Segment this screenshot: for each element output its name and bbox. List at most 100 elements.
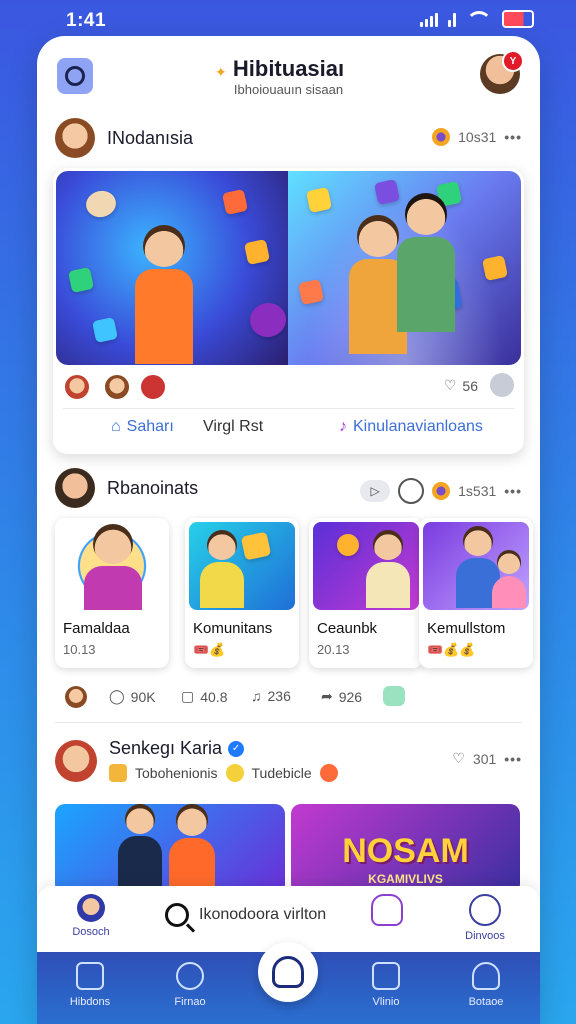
views-stat[interactable]: ◯ 90K bbox=[109, 688, 156, 705]
music-stat[interactable]: ♫ 236 bbox=[251, 688, 291, 704]
community-count: 🎟️💰💰 bbox=[427, 642, 476, 657]
section-divider bbox=[55, 722, 522, 723]
tab-video[interactable]: Vlinio bbox=[351, 962, 421, 1008]
section-title[interactable]: Rbanoinats bbox=[107, 478, 198, 499]
concert-scene-image bbox=[56, 171, 290, 365]
like-icon: ♡ bbox=[443, 377, 457, 393]
share-icon: ⌂ bbox=[111, 418, 121, 435]
community-name: Famaldaa bbox=[63, 620, 130, 637]
post-author[interactable]: INodanısia bbox=[107, 128, 193, 149]
author-avatar[interactable] bbox=[55, 118, 95, 158]
tab-profile[interactable]: Botaoe bbox=[451, 962, 521, 1008]
create-button[interactable] bbox=[258, 942, 318, 1002]
featured-image[interactable] bbox=[56, 171, 521, 365]
status-icons bbox=[420, 10, 534, 28]
post-tags: Tobohenionis Tudebicle bbox=[109, 764, 338, 782]
link-icon: ♪ bbox=[339, 418, 347, 435]
more-options-icon[interactable]: ••• bbox=[504, 751, 522, 767]
wifi-icon bbox=[466, 10, 492, 28]
post-engagement: ♡ 56 bbox=[63, 373, 514, 403]
community-card[interactable]: Famaldaa 10.13 bbox=[55, 518, 169, 668]
shares-value: 926 bbox=[338, 688, 363, 705]
game-banner-image[interactable]: NOSAM KGAMIVLIVS bbox=[291, 804, 520, 894]
community-name: Kemullstom bbox=[427, 620, 506, 637]
messages-stat[interactable]: ▢ 40.8 bbox=[181, 688, 227, 705]
featured-media-card[interactable]: ♡ 56 ⌂ Saharı Virgl Rst ♪ Kinulanavianlo… bbox=[53, 168, 524, 454]
discover-shortcut-label: Dinvoos bbox=[465, 930, 505, 942]
section-header: Rbanoinats ▷ 1s531 ••• bbox=[55, 468, 522, 508]
community-loans-label: Kinulanavianloans bbox=[353, 418, 483, 435]
community-count: 10.13 bbox=[63, 642, 96, 657]
tag-label[interactable]: Tudebicle bbox=[252, 765, 312, 781]
shares-stat[interactable]: ➦ 926 bbox=[321, 688, 362, 705]
tab-home[interactable]: Hibdons bbox=[55, 962, 125, 1008]
profile-avatar[interactable]: Y bbox=[480, 50, 524, 94]
app-header: ✦ Hibituasiaı Ibhoiouauın sisaan Y bbox=[37, 36, 540, 110]
post-meta: 10s31 ••• bbox=[432, 128, 522, 146]
section-meta-count: 1s531 bbox=[458, 483, 497, 499]
community-name: Komunitans bbox=[193, 620, 273, 637]
reactor-avatar[interactable] bbox=[139, 373, 167, 401]
discover-shortcut[interactable]: Dinvoos bbox=[455, 894, 515, 942]
video-icon bbox=[372, 962, 400, 990]
more-options-icon[interactable]: ••• bbox=[504, 129, 522, 145]
search-icon bbox=[176, 962, 204, 990]
section-stats: ◯ 90K ▢ 40.8 ♫ 236 ➦ 926 bbox=[65, 686, 525, 710]
community-carousel[interactable]: Famaldaa 10.13 Komunitans 🎟️💰 Ceaunbk 20… bbox=[55, 518, 540, 672]
community-card[interactable]: Ceaunbk 20.13 bbox=[309, 518, 423, 668]
author-avatar[interactable] bbox=[55, 740, 97, 782]
tab-search-label: Firnao bbox=[174, 996, 206, 1008]
reactor-avatar[interactable] bbox=[103, 373, 131, 401]
search-icon bbox=[165, 903, 189, 927]
comment-bubble-icon[interactable] bbox=[490, 373, 514, 397]
post-author-wrap[interactable]: Senkegı Karia ✓ bbox=[109, 738, 245, 759]
battery-icon bbox=[502, 10, 534, 28]
bottom-tab-bar: Hibdons Firnao Vlinio Botaoe bbox=[37, 942, 540, 1024]
share-arrow-icon: ➦ bbox=[321, 688, 333, 704]
status-bar: 1:41 bbox=[0, 0, 576, 40]
banner-subtitle: KGAMIVLIVS bbox=[368, 872, 443, 886]
refresh-icon[interactable] bbox=[398, 478, 425, 504]
post-meta: ♡ 301 ••• bbox=[452, 750, 522, 767]
tab-video-label: Vlinio bbox=[372, 996, 400, 1008]
community-loans-button[interactable]: ♪ Kinulanavianloans bbox=[339, 418, 483, 436]
virtual-rest-button[interactable]: Virgl Rst bbox=[203, 418, 263, 436]
post-meta-count: 10s31 bbox=[458, 129, 497, 145]
community-thumbnail bbox=[423, 522, 529, 610]
music-value: 236 bbox=[267, 688, 291, 704]
comment-icon: ◯ bbox=[109, 688, 125, 704]
music-icon: ♫ bbox=[251, 688, 262, 704]
tab-search[interactable]: Firnao bbox=[155, 962, 225, 1008]
celebration-scene-image bbox=[288, 171, 521, 365]
community-thumbnail bbox=[313, 522, 419, 610]
assistant-icon bbox=[371, 894, 403, 926]
community-name: Ceaunbk bbox=[317, 620, 378, 637]
concert-image[interactable] bbox=[55, 804, 285, 894]
profile-icon bbox=[472, 962, 500, 990]
signal-icon bbox=[420, 11, 438, 27]
home-icon bbox=[76, 962, 104, 990]
community-card[interactable]: Kemullstom 🎟️💰💰 bbox=[419, 518, 533, 668]
reactor-avatar[interactable] bbox=[63, 373, 91, 401]
profile-icon bbox=[77, 894, 105, 922]
video-icon[interactable]: ▷ bbox=[360, 480, 391, 502]
share-button[interactable]: ⌂ Saharı bbox=[111, 418, 174, 436]
stat-avatar[interactable] bbox=[65, 686, 87, 708]
create-icon bbox=[272, 956, 304, 988]
search-placeholder: Ikonodoora virlton bbox=[199, 906, 327, 923]
search-input[interactable]: Ikonodoora virlton bbox=[165, 900, 365, 930]
tag-icon bbox=[109, 764, 127, 782]
tag-label[interactable]: Tobohenionis bbox=[135, 765, 218, 781]
notification-badge: Y bbox=[502, 50, 524, 72]
more-options-icon[interactable]: ••• bbox=[504, 483, 522, 499]
community-count: 🎟️💰 bbox=[193, 642, 226, 657]
game-icon[interactable] bbox=[383, 686, 405, 706]
tab-profile-label: Botaoe bbox=[468, 996, 504, 1008]
section-avatar[interactable] bbox=[55, 468, 95, 508]
like-count[interactable]: ♡ 56 bbox=[444, 377, 478, 394]
like-count-value: 301 bbox=[472, 750, 497, 767]
community-card[interactable]: Komunitans 🎟️💰 bbox=[185, 518, 299, 668]
profile-shortcut[interactable]: Dosoch bbox=[61, 894, 121, 938]
like-count-value: 56 bbox=[462, 377, 478, 394]
ai-shortcut[interactable] bbox=[357, 894, 417, 930]
